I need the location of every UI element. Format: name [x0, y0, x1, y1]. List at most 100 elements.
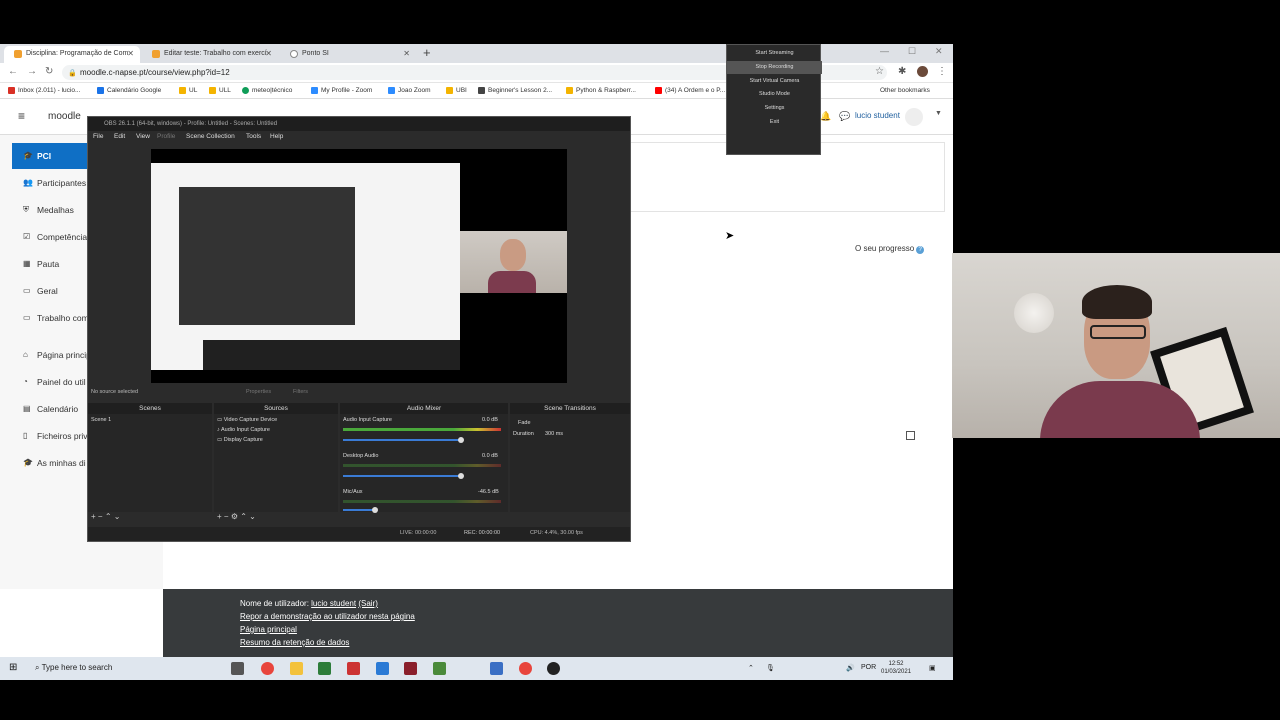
close-window-icon[interactable]: ✕: [935, 46, 943, 57]
notifications-icon[interactable]: ▣: [929, 664, 936, 672]
gear-icon[interactable]: ⚙: [231, 512, 238, 521]
arrow-down-icon[interactable]: ⌄: [249, 512, 256, 521]
completion-checkbox[interactable]: [906, 431, 915, 440]
app-icon[interactable]: [433, 662, 446, 675]
mic-icon[interactable]: 🎙: [766, 664, 775, 672]
new-tab-button[interactable]: +: [423, 45, 431, 60]
taskbar-search[interactable]: ⌕ Type here to search: [35, 663, 112, 673]
volume-knob[interactable]: [458, 437, 464, 443]
user-avatar[interactable]: [905, 108, 923, 126]
data-retention-link[interactable]: Resumo da retenção de dados: [240, 638, 349, 647]
minimize-icon[interactable]: —: [880, 46, 889, 56]
excel-icon[interactable]: [318, 662, 331, 675]
bookmark-ubi[interactable]: UBI: [446, 87, 467, 94]
help-icon[interactable]: ?: [916, 246, 925, 254]
tab-ponto-si[interactable]: Ponto SI ✕: [280, 46, 416, 63]
task-view-icon[interactable]: [231, 662, 244, 675]
duration-input[interactable]: 300 ms: [545, 431, 563, 437]
scene-item[interactable]: Scene 1: [91, 417, 111, 423]
star-icon[interactable]: ☆: [875, 66, 884, 77]
bookmark-meteo[interactable]: meteo|técnico: [242, 87, 292, 94]
chevron-down-icon[interactable]: ▼: [935, 110, 942, 117]
vscode-icon[interactable]: [376, 662, 389, 675]
bookmark-youtube[interactable]: (34) A Ordem e o P...: [655, 87, 725, 94]
back-icon[interactable]: ←: [8, 66, 18, 77]
add-icon[interactable]: +: [91, 512, 96, 521]
logout-link[interactable]: (Sair): [358, 599, 378, 608]
user-name[interactable]: lucio student: [855, 111, 900, 120]
arrow-up-icon[interactable]: ⌃: [240, 512, 247, 521]
language-indicator[interactable]: POR: [861, 664, 876, 671]
reload-icon[interactable]: ↻: [45, 66, 53, 77]
home-link[interactable]: Página principal: [240, 625, 297, 634]
bookmark-zoom-profile[interactable]: My Profile - Zoom: [311, 87, 372, 94]
close-tab-icon[interactable]: ✕: [403, 49, 410, 58]
menu-file[interactable]: File: [93, 133, 103, 140]
close-tab-icon[interactable]: ✕: [265, 49, 272, 58]
source-item[interactable]: ▭ Video Capture Device: [217, 417, 277, 423]
remove-icon[interactable]: −: [224, 512, 229, 521]
app-icon[interactable]: [404, 662, 417, 675]
url-text[interactable]: moodle.c-napse.pt/course/view.php?id=12: [80, 68, 230, 77]
exit-item[interactable]: Exit: [727, 116, 822, 129]
bookmark-beginners[interactable]: Beginner's Lesson 2...: [478, 87, 552, 94]
start-streaming-item[interactable]: Start Streaming: [727, 47, 822, 60]
volume-knob[interactable]: [458, 473, 464, 479]
bookmark-ul[interactable]: UL: [179, 87, 197, 94]
reset-demo-link[interactable]: Repor a demonstração ao utilizador nesta…: [240, 612, 415, 621]
menu-dots-icon[interactable]: ⋮: [937, 66, 947, 77]
studio-mode-item[interactable]: Studio Mode: [727, 88, 822, 101]
arrow-up-icon[interactable]: ⌃: [105, 512, 112, 521]
menu-help[interactable]: Help: [270, 133, 283, 140]
hamburger-menu-icon[interactable]: ≡: [18, 109, 25, 123]
stop-recording-item[interactable]: Stop Recording: [727, 61, 822, 74]
transition-select[interactable]: Fade: [518, 420, 531, 426]
filters-button[interactable]: Filters: [293, 389, 308, 395]
forward-icon[interactable]: →: [27, 66, 37, 77]
properties-button[interactable]: Properties: [246, 389, 271, 395]
chat-icon[interactable]: 💬: [839, 111, 850, 122]
volume-icon[interactable]: 🔊: [846, 664, 855, 672]
chrome-icon[interactable]: [519, 662, 532, 675]
settings-item[interactable]: Settings: [727, 102, 822, 115]
bookmark-joao-zoom[interactable]: Joao Zoom: [388, 87, 431, 94]
bookmark-ull[interactable]: ULL: [209, 87, 231, 94]
bookmark-calendar[interactable]: Calendário Google: [97, 87, 161, 94]
arrow-down-icon[interactable]: ⌄: [114, 512, 121, 521]
app-icon[interactable]: [490, 662, 503, 675]
footer-user-link[interactable]: lucio student: [311, 599, 356, 608]
tab-editar-teste[interactable]: Editar teste: Trabalho com exercí ✕: [142, 46, 278, 63]
add-icon[interactable]: +: [217, 512, 222, 521]
menu-edit[interactable]: Edit: [114, 133, 125, 140]
other-bookmarks[interactable]: Other bookmarks: [880, 87, 930, 94]
menu-profile[interactable]: Profile: [157, 133, 175, 140]
moodle-logo[interactable]: moodle: [48, 111, 81, 122]
obs-preview[interactable]: [151, 149, 567, 383]
source-item[interactable]: ▭ Display Capture: [217, 437, 263, 443]
volume-slider[interactable]: [343, 509, 373, 511]
maximize-icon[interactable]: ☐: [908, 46, 916, 57]
windows-start-icon[interactable]: ⊞: [9, 662, 17, 673]
start-virtual-camera-item[interactable]: Start Virtual Camera: [727, 75, 822, 88]
menu-view[interactable]: View: [136, 133, 150, 140]
bookmark-inbox[interactable]: Inbox (2.011) - lucio...: [8, 87, 80, 94]
extensions-icon[interactable]: ✱: [898, 66, 906, 77]
remove-icon[interactable]: −: [98, 512, 103, 521]
menu-scene-collection[interactable]: Scene Collection: [186, 133, 235, 140]
file-explorer-icon[interactable]: [290, 662, 303, 675]
tab-disciplina[interactable]: Disciplina: Programação de Com ✕: [4, 46, 140, 63]
volume-slider[interactable]: [343, 439, 463, 441]
source-item[interactable]: ♪ Audio Input Capture: [217, 427, 270, 433]
obs-icon[interactable]: [547, 662, 560, 675]
volume-slider[interactable]: [343, 475, 463, 477]
bookmark-python[interactable]: Python & Raspberr...: [566, 87, 636, 94]
close-tab-icon[interactable]: ✕: [127, 49, 134, 58]
chevron-up-icon[interactable]: ⌃: [748, 664, 754, 672]
taskbar-clock[interactable]: 12:52 01/03/2021: [881, 660, 911, 676]
profile-avatar[interactable]: [917, 66, 928, 77]
chrome-icon[interactable]: [261, 662, 274, 675]
folder-icon: [179, 87, 186, 94]
volume-knob[interactable]: [372, 507, 378, 513]
menu-tools[interactable]: Tools: [246, 133, 261, 140]
snip-icon[interactable]: [347, 662, 360, 675]
